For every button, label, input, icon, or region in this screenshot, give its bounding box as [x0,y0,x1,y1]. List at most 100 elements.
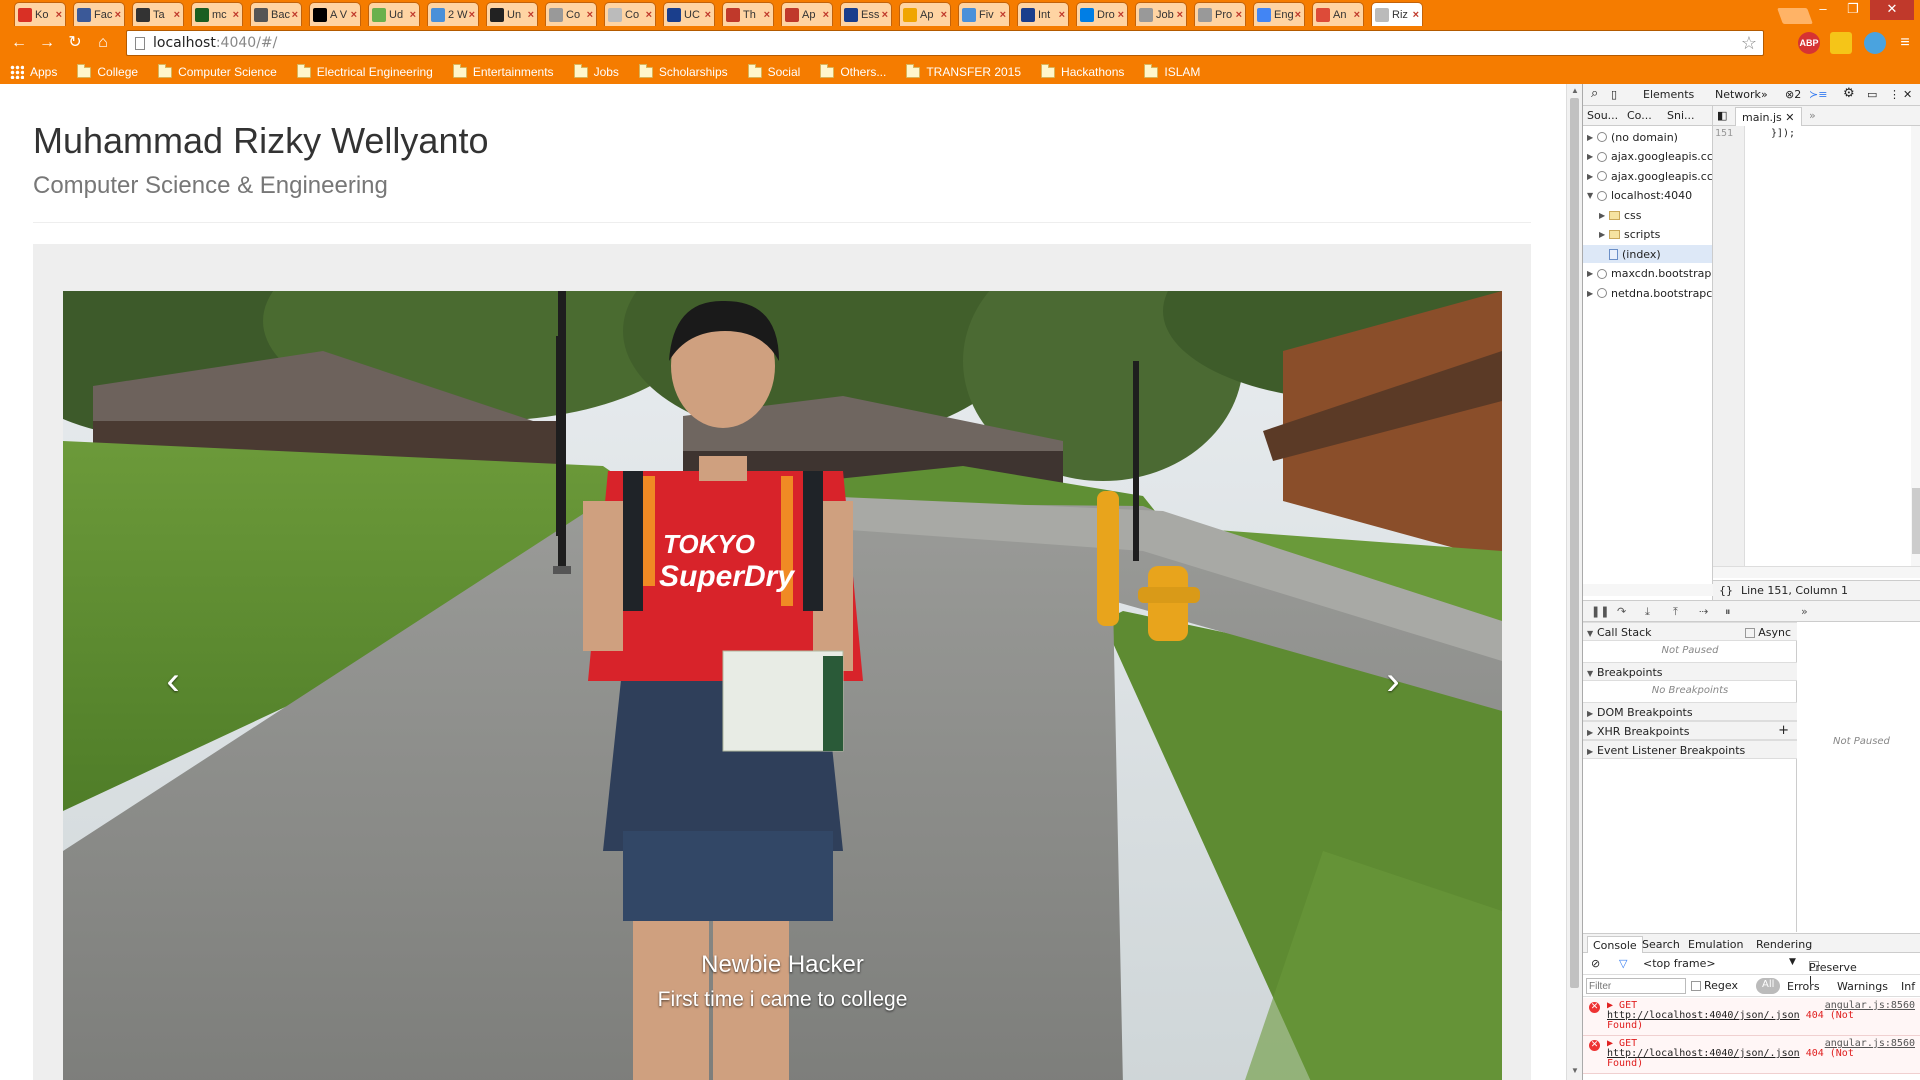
close-tab-icon[interactable]: × [410,9,416,21]
bookmark-folder[interactable]: Jobs [573,63,619,79]
frame-select[interactable]: <top frame> [1643,957,1716,970]
menu-icon[interactable]: ≡ [1894,33,1916,53]
browser-tab[interactable]: A V × [309,2,361,26]
browser-tab[interactable]: Fiv × [958,2,1010,26]
browser-tab[interactable]: UC × [663,2,715,26]
close-tab-icon[interactable]: × [1413,9,1419,21]
more-tabs-icon[interactable]: » [1761,88,1768,101]
scroll-thumb[interactable] [1912,488,1920,554]
reload-icon[interactable]: ↻ [64,33,86,53]
close-tab-icon[interactable]: × [233,9,239,21]
browser-tab[interactable]: Ud × [368,2,420,26]
toggle-navigator-icon[interactable]: ◧ [1717,109,1727,122]
collapsed-triangle-icon[interactable]: ▶ [1587,269,1597,278]
browser-tab[interactable]: Eng × [1253,2,1305,26]
console-drawer-icon[interactable]: ≻≡ [1809,88,1827,101]
call-stack-header[interactable]: ▼ Call Stack Async [1583,622,1797,641]
pretty-print-icon[interactable]: {} [1719,584,1733,597]
error-count-badge[interactable]: ⊗2 [1785,88,1801,101]
tab-search[interactable]: Search [1637,936,1685,953]
more-tabs-icon[interactable]: » [1809,109,1816,122]
collapsed-triangle-icon[interactable]: ▶ [1599,211,1609,220]
close-tab-icon[interactable]: × [469,9,475,21]
extension-icon[interactable] [1830,32,1852,54]
async-checkbox[interactable]: Async [1745,626,1791,639]
collapsed-triangle-icon[interactable]: ▶ [1587,172,1597,181]
close-tab-icon[interactable]: × [764,9,770,21]
close-tab-icon[interactable]: × [1354,9,1360,21]
device-icon[interactable]: ▯ [1611,88,1617,101]
tab-snippets[interactable]: Sni... [1667,109,1695,122]
home-icon[interactable]: ⌂ [92,33,114,53]
close-tab-icon[interactable]: × [1295,9,1301,21]
filter-icon[interactable]: ▽ [1619,957,1627,970]
bookmark-folder[interactable]: Social [747,63,800,79]
tree-item[interactable]: ▶ ajax.googleapis.cc [1583,167,1712,185]
browser-tab[interactable]: Pro × [1194,2,1246,26]
navigator-hscrollbar[interactable] [1583,584,1713,596]
tree-item[interactable]: ▶ netdna.bootstrapc [1583,284,1712,302]
back-icon[interactable]: ← [8,33,30,53]
level-warnings[interactable]: Warnings [1837,980,1888,993]
filter-input[interactable] [1586,978,1686,994]
scroll-up-icon[interactable]: ▲ [1569,86,1581,95]
search-icon[interactable]: ⌕ [1591,86,1598,101]
tree-item[interactable]: ▶ (no domain) [1583,128,1678,146]
close-tab-icon[interactable]: × [528,9,534,21]
clear-console-icon[interactable]: ⊘ [1591,957,1600,970]
dock-icon[interactable]: ▭ [1867,88,1877,101]
bookmark-folder[interactable]: Scholarships [638,63,728,79]
browser-tab[interactable]: Co × [604,2,656,26]
browser-tab[interactable]: Bac × [250,2,302,26]
browser-tab[interactable]: Riz × [1371,2,1423,26]
browser-tab[interactable]: Co × [545,2,597,26]
level-info[interactable]: Inf [1901,980,1915,993]
code-editor[interactable]: 151 }]); [1713,126,1920,566]
minimize-icon[interactable]: – [1810,0,1836,20]
browser-tab[interactable]: mc × [191,2,243,26]
bookmark-folder[interactable]: Entertainments [452,63,554,79]
pause-icon[interactable]: ❚❚ [1591,605,1609,618]
browser-tab[interactable]: Ko × [14,2,66,26]
collapsed-triangle-icon[interactable]: ▶ [1587,152,1597,161]
close-tab-icon[interactable]: × [56,9,62,21]
address-bar[interactable]: localhost:4040/#/ ☆ [126,30,1764,56]
scroll-thumb[interactable] [1570,98,1579,988]
checkbox-icon[interactable] [1691,981,1701,991]
tab-sources[interactable]: Sou... [1587,109,1618,122]
browser-tab[interactable]: An × [1312,2,1364,26]
browser-tab[interactable]: 2 W × [427,2,479,26]
close-window-icon[interactable]: ✕ [1870,0,1914,20]
more-menu-icon[interactable]: ⋮ [1889,88,1900,101]
step-into-icon[interactable]: ⤓ [1645,605,1650,619]
tab-emulation[interactable]: Emulation [1683,936,1749,953]
close-tab-icon[interactable]: × [587,9,593,21]
photo-carousel[interactable]: TOKYO SuperDry ‹ › Newbie Hacker First t… [63,291,1502,1080]
more-tabs-icon[interactable]: » [1801,605,1808,618]
close-tab-icon[interactable]: × [882,9,888,21]
bookmark-folder[interactable]: ISLAM [1144,63,1200,79]
tree-item[interactable]: (index) [1583,245,1712,263]
close-tab-icon[interactable]: × [941,9,947,21]
carousel-prev-button[interactable]: ‹ [143,651,203,711]
browser-tab[interactable]: Fac × [73,2,125,26]
level-errors[interactable]: Errors [1787,980,1820,993]
browser-tab[interactable]: Th × [722,2,774,26]
close-devtools-icon[interactable]: ✕ [1903,88,1912,101]
event-breakpoints-header[interactable]: ▶ Event Listener Breakpoints [1583,740,1797,759]
console-error-row[interactable]: ✕ angular.js:8560 ▶ GET http://localhost… [1583,1036,1920,1074]
checkbox-icon[interactable] [1745,628,1756,638]
close-tab-icon[interactable]: × [1000,9,1006,21]
new-tab-button[interactable] [1777,8,1813,24]
pause-on-exceptions-icon[interactable]: ⏸ [1725,605,1731,619]
close-tab-icon[interactable]: × [705,9,711,21]
collapsed-triangle-icon[interactable]: ▶ [1587,133,1597,142]
close-tab-icon[interactable]: × [1059,9,1065,21]
close-tab-icon[interactable]: × [174,9,180,21]
browser-tab[interactable]: Dro × [1076,2,1128,26]
browser-tab[interactable]: Ta × [132,2,184,26]
collapsed-triangle-icon[interactable]: ▶ [1599,230,1609,239]
tree-item[interactable]: ▶ maxcdn.bootstrap [1583,265,1711,283]
tree-item[interactable]: ▶ ajax.googleapis.cc [1583,148,1712,166]
carousel-next-button[interactable]: › [1363,651,1423,711]
